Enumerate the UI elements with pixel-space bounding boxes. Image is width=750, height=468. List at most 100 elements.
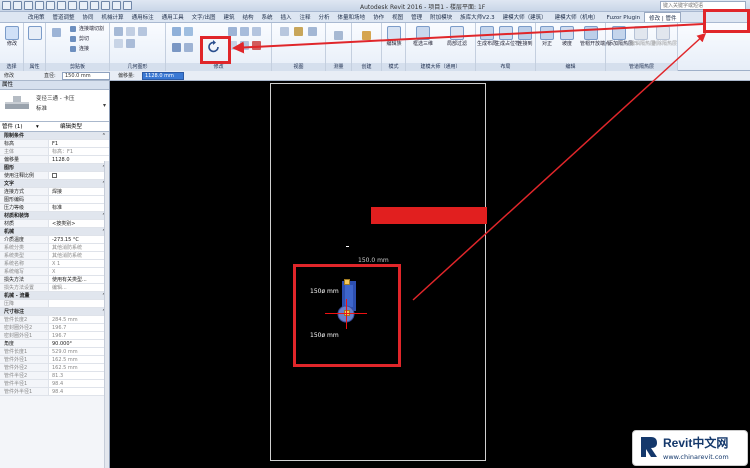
halftone-icon[interactable] — [308, 27, 317, 36]
tab-structure[interactable]: 结构 — [238, 12, 257, 22]
property-value[interactable]: 90.000° — [48, 340, 109, 347]
create-group-icon[interactable] — [362, 31, 371, 40]
app-menu-icon[interactable] — [2, 1, 11, 10]
measure-tool-icon[interactable] — [334, 31, 343, 40]
paste-icon[interactable] — [52, 28, 61, 37]
tab-left-4[interactable]: 通用标注 — [128, 12, 158, 22]
tab-insert[interactable]: 插入 — [277, 12, 296, 22]
cap-open-ends-button[interactable]: 管帽开放端点 — [580, 26, 610, 47]
split-icon[interactable] — [252, 27, 261, 36]
tab-left-0[interactable]: 改用策 — [24, 12, 49, 22]
tab-annotate[interactable]: 注释 — [296, 12, 315, 22]
justify-button[interactable]: 对正 — [536, 26, 558, 47]
properties-scrollbar[interactable] — [104, 161, 109, 468]
property-group-header[interactable]: 机械⌃ — [0, 228, 109, 236]
tab-builder-mep[interactable]: 建模大师（机电） — [551, 12, 603, 22]
redo-icon[interactable] — [46, 1, 55, 10]
copy-icon[interactable] — [184, 43, 193, 52]
tab-systems[interactable]: 系统 — [257, 12, 276, 22]
chevron-down-icon[interactable]: ▾ — [103, 102, 106, 109]
edit-type-button[interactable]: 编辑类型 — [60, 123, 82, 131]
property-value[interactable] — [48, 196, 109, 203]
properties-button[interactable] — [24, 26, 46, 41]
measure-icon[interactable] — [68, 1, 77, 10]
tab-builder-arch[interactable]: 建模大师（建筑） — [499, 12, 551, 22]
move-icon[interactable] — [172, 43, 181, 52]
select-panel-label[interactable]: 选择 — [0, 63, 23, 71]
tab-analyze[interactable]: 分析 — [315, 12, 334, 22]
tab-left-1[interactable]: 管道调整 — [49, 12, 79, 22]
tab-left-3[interactable]: 机械计算 — [98, 12, 128, 22]
split-face-icon[interactable] — [126, 27, 135, 36]
trim-icon[interactable] — [240, 27, 249, 36]
property-value[interactable]: 焊接 — [48, 188, 109, 195]
collapse-icon[interactable]: ⌃ — [102, 132, 109, 139]
property-value[interactable]: -273.15 °C — [48, 236, 109, 243]
property-group-header[interactable]: 文字⌃ — [0, 180, 109, 188]
hide-icon[interactable] — [280, 27, 289, 36]
tab-family-library[interactable]: 族库大师V2.3 — [456, 12, 499, 22]
connect-to-button[interactable]: 连接到 — [514, 26, 536, 47]
offset-field[interactable]: 1128.0 mm — [142, 72, 184, 80]
paint-icon[interactable] — [138, 27, 147, 36]
delete-icon[interactable] — [252, 41, 261, 50]
local-filter-button[interactable]: 局部过滤 — [446, 26, 468, 47]
diameter-field[interactable]: 150.0 mm — [62, 72, 110, 80]
tab-fuzor[interactable]: Fuzor Plugin — [603, 12, 644, 22]
tab-left-6[interactable]: 文字/出图 — [188, 12, 220, 22]
type-selector[interactable]: 变径三通 - 卡压 标准 ▾ — [0, 90, 109, 122]
tab-manage[interactable]: 管理 — [407, 12, 426, 22]
box-select-3d-button[interactable]: 框选三维 — [412, 26, 434, 47]
tab-addins[interactable]: 附加模块 — [426, 12, 456, 22]
tab-massing[interactable]: 体量和场地 — [334, 12, 370, 22]
thin-lines-icon[interactable] — [112, 1, 121, 10]
tab-architecture[interactable]: 建筑 — [219, 12, 238, 22]
property-value[interactable]: <按类别> — [48, 220, 109, 227]
instance-dropdown-icon[interactable]: ▾ — [36, 122, 39, 132]
3d-view-icon[interactable] — [90, 1, 99, 10]
slope-button[interactable]: 坡度 — [556, 26, 578, 47]
tab-collaborate[interactable]: 协作 — [369, 12, 388, 22]
property-group-header[interactable]: 材质和装饰⌃ — [0, 212, 109, 220]
close-hidden-icon[interactable] — [123, 1, 132, 10]
tab-view[interactable]: 视图 — [388, 12, 407, 22]
property-value[interactable]: F1 — [48, 140, 109, 147]
cut-join-button[interactable]: 连接端切割 — [70, 25, 104, 33]
scale-icon[interactable] — [240, 41, 249, 50]
tab-modify-fitting[interactable]: 修改 | 管件 — [644, 12, 682, 22]
property-group-header[interactable]: 限制条件 ⌃ — [0, 132, 109, 140]
edit-insulation-button[interactable]: 编辑隔热层 — [630, 26, 655, 47]
modify-button[interactable]: 修改 — [1, 26, 23, 47]
join-geometry-icon[interactable] — [114, 39, 123, 48]
property-group-header[interactable]: 尺寸标注⌃ — [0, 308, 109, 316]
property-value[interactable] — [48, 172, 109, 179]
checkbox[interactable] — [52, 173, 57, 178]
wall-join-icon[interactable] — [126, 39, 135, 48]
text-icon[interactable] — [79, 1, 88, 10]
selected-pipe-segment[interactable] — [371, 207, 487, 224]
property-group-header[interactable]: 图形⌃ — [0, 164, 109, 172]
property-value[interactable]: 使用有关类型... — [48, 276, 109, 283]
cut-button[interactable]: 剪切 — [70, 35, 89, 43]
instance-filter[interactable]: 管件 (1) — [2, 124, 23, 130]
remove-insulation-button[interactable]: 删除隔热层 — [652, 26, 677, 47]
property-value[interactable]: 标准 — [48, 204, 109, 211]
print-icon[interactable] — [57, 1, 66, 10]
save-icon[interactable] — [24, 1, 33, 10]
open-icon[interactable] — [13, 1, 22, 10]
undo-icon[interactable] — [35, 1, 44, 10]
override-icon[interactable] — [294, 27, 303, 36]
cope-icon[interactable] — [114, 27, 123, 36]
add-insulation-button[interactable]: 添加隔热层 — [608, 26, 633, 47]
mirror-icon[interactable] — [228, 27, 237, 36]
section-icon[interactable] — [101, 1, 110, 10]
offset-icon[interactable] — [184, 27, 193, 36]
property-group-header[interactable]: 机械 - 流量⌃ — [0, 292, 109, 300]
join-button[interactable]: 连接 — [70, 45, 89, 53]
tab-left-2[interactable]: 协同 — [79, 12, 98, 22]
tab-left-5[interactable]: 通用工具 — [158, 12, 188, 22]
edit-family-button[interactable]: 编辑族 — [383, 26, 405, 47]
property-value[interactable]: 1128.0 — [48, 156, 109, 163]
drawing-canvas[interactable]: 150.0 mm 150ø mm 150ø mm — [110, 81, 750, 468]
align-icon[interactable] — [172, 27, 181, 36]
